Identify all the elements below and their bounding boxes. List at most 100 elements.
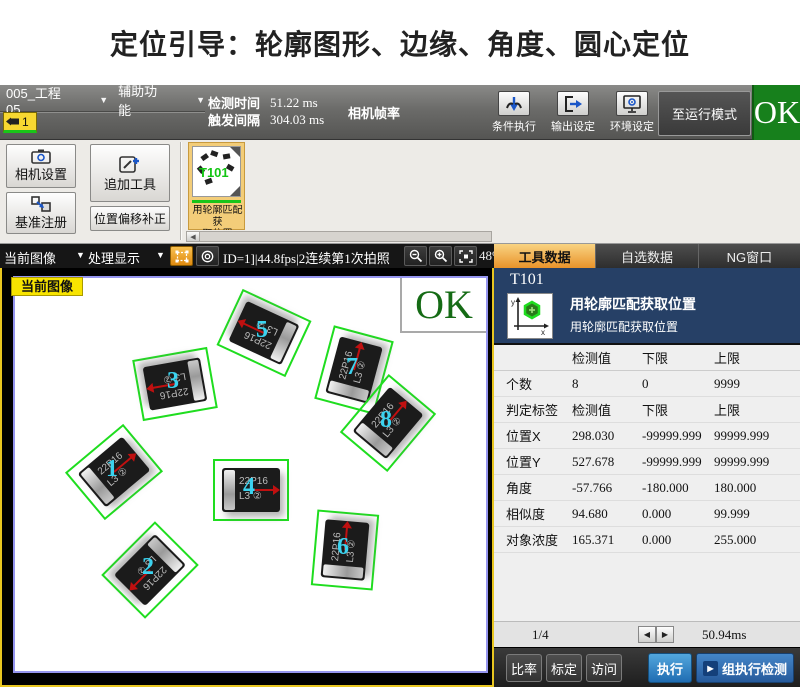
part-number: 5 [256,317,268,344]
judgement-status: OK [400,276,488,333]
tool-data-panel: T101 y x 用轮廓匹配获取位置 用轮廓匹配获取位置 检测值 下限 上限 [494,268,800,687]
image-source-select[interactable]: 当前图像 [4,248,56,267]
chevron-down-icon[interactable]: ▼ [99,95,108,105]
output-settings-button[interactable]: 输出设定 [546,91,600,134]
page-indicator: 1/4 [532,627,549,643]
stat-value: 304.03 ms [270,112,350,128]
fit-screen-button[interactable] [454,246,477,266]
chevron-down-icon[interactable]: ▼ [156,250,165,260]
data-tabs: 工具数据 自选数据 NG窗口 [494,244,800,268]
stat-value: 51.22 ms [270,95,350,111]
global-status-badge: OK [752,85,800,140]
fit-screen-icon [459,250,473,263]
datum-register-button[interactable]: 基准注册 [6,192,76,234]
table-row[interactable]: 相似度94.680 0.00099.999 [494,501,800,527]
offset-correction-button[interactable]: 位置偏移补正 [90,206,170,231]
prev-page-button[interactable]: ◀ [638,626,656,643]
camera-icon [31,149,51,164]
part-number: 2 [142,554,154,581]
condition-execute-button[interactable]: 条件执行 [487,91,541,134]
part-number: 6 [337,534,349,561]
bottom-action-bar: 比率 标定 访问 执行 ▶ 组执行检测 [494,647,800,687]
table-header-row: 检测值 下限 上限 [494,345,800,371]
camera-image[interactable]: OK 22P16L3 ② 1 22P16L3 ② 2 22P16L3 [13,276,488,673]
add-tool-button[interactable]: 追加工具 [90,144,170,202]
tool-header: T101 y x 用轮廓匹配获取位置 用轮廓匹配获取位置 [494,268,800,345]
thumbnail-tool-id: T101 [199,165,229,180]
environment-settings-icon [616,91,648,116]
processing-time: 50.94ms [702,627,746,643]
ratio-button[interactable]: 比率 [506,654,542,682]
result-table: 检测值 下限 上限 个数8 09999 判定标签检测值 下限上限 位置X298.… [494,345,800,553]
access-button[interactable]: 访问 [586,654,622,682]
chevron-down-icon[interactable]: ▼ [76,250,85,260]
display-mode-select[interactable]: 处理显示 [88,248,140,267]
image-toolbar: 当前图像 ▼ 处理显示 ▼ ID=1]|44.8fps|2连续第1次拍照 [0,244,494,268]
zoom-out-icon [409,249,423,263]
lens-button[interactable] [196,246,219,266]
tab-tool-data[interactable]: 工具数据 [494,244,595,268]
output-settings-icon [557,91,589,116]
tab-custom-data[interactable]: 自选数据 [595,244,697,268]
page-title: 定位引导：轮廓图形、边缘、角度、圆心定位 [110,23,690,63]
table-row[interactable]: 判定标签检测值 下限上限 [494,397,800,423]
current-image-label: 当前图像 [11,277,83,296]
part-number: 3 [167,368,179,395]
lens-icon [201,250,214,263]
capture-info: ID=1]|44.8fps|2连续第1次拍照 [223,248,390,267]
tool-id: T101 [510,271,544,289]
table-row[interactable]: 个数8 09999 [494,371,800,397]
execute-button[interactable]: 执行 [648,653,692,683]
pager: 1/4 ◀ ▶ 50.94ms [494,621,800,647]
zoom-in-button[interactable] [429,246,452,266]
selection-frame-button[interactable] [170,246,193,266]
chevron-down-icon[interactable]: ▼ [196,95,205,105]
top-toolbar: 005_工程05 ▼ 辅助功能 ▼ 1 检测时间 51.22 ms 触发间隔 3… [0,85,800,140]
tool-subtitle: 用轮廓匹配获取位置 [570,318,678,335]
tool-type-icon: y x [507,293,553,339]
part-number: 8 [380,407,392,434]
environment-settings-button[interactable]: 环境设定 [605,91,659,134]
next-page-button[interactable]: ▶ [656,626,674,643]
run-mode-button[interactable]: 至运行模式 [658,91,751,136]
zoom-out-button[interactable] [404,246,427,266]
add-tool-icon [119,154,141,174]
menubar: 005_工程05 ▼ 辅助功能 ▼ [0,88,205,112]
group-execute-button[interactable]: ▶ 组执行检测 [696,653,794,683]
tool-thumbnail-image: T101 [192,146,241,197]
tool-strip: 相机设置 基准注册 追加工具 位置偏移补正 [0,140,800,244]
tool-thumbnail[interactable]: T101 用轮廓匹配获 取位置 [188,142,245,230]
zoom-in-icon [434,249,448,263]
camera-badge[interactable]: 1 [3,112,37,133]
title-banner: 定位引导：轮廓图形、边缘、角度、圆心定位 [0,0,800,85]
aux-menu[interactable]: 辅助功能 [118,81,170,119]
scroll-left-icon[interactable]: ◀ [187,232,200,241]
camera-number: 1 [22,115,29,129]
table-row[interactable]: 位置X298.030 -99999.99999999.999 [494,423,800,449]
table-row[interactable]: 对象浓度165.371 0.000255.000 [494,527,800,553]
svg-text:y: y [511,298,515,307]
condition-execute-icon [498,91,530,116]
part-number: 1 [106,456,118,483]
camera-icon [6,116,20,127]
calibration-button[interactable]: 标定 [546,654,582,682]
svg-text:x: x [541,328,545,336]
datum-register-icon [31,196,51,212]
stat-label: 触发间隔 [208,110,270,129]
divider [180,142,181,240]
part-number: 4 [243,474,255,501]
tool-name: 用轮廓匹配获取位置 [570,294,696,314]
play-icon: ▶ [703,661,718,676]
thumbnail-caption: 用轮廓匹配获 取位置 [189,205,246,230]
camera-fps-label: 相机帧率 [348,103,400,122]
image-viewport[interactable]: 当前图像 OK 22P16L3 ② 1 22P16L3 ② 2 [0,268,494,687]
part-number: 7 [346,354,358,381]
camera-setup-button[interactable]: 相机设置 [6,144,76,188]
tab-ng-window[interactable]: NG窗口 [698,244,800,268]
thumbnail-scrollbar[interactable]: ◀ [186,231,492,242]
thumbnail-status-bar [192,200,241,203]
table-row[interactable]: 角度-57.766 -180.000180.000 [494,475,800,501]
control-bar: 当前图像 ▼ 处理显示 ▼ ID=1]|44.8fps|2连续第1次拍照 [0,244,800,268]
table-row[interactable]: 位置Y527.678 -99999.99999999.999 [494,449,800,475]
timing-stats: 检测时间 51.22 ms 触发间隔 304.03 ms [208,94,350,128]
